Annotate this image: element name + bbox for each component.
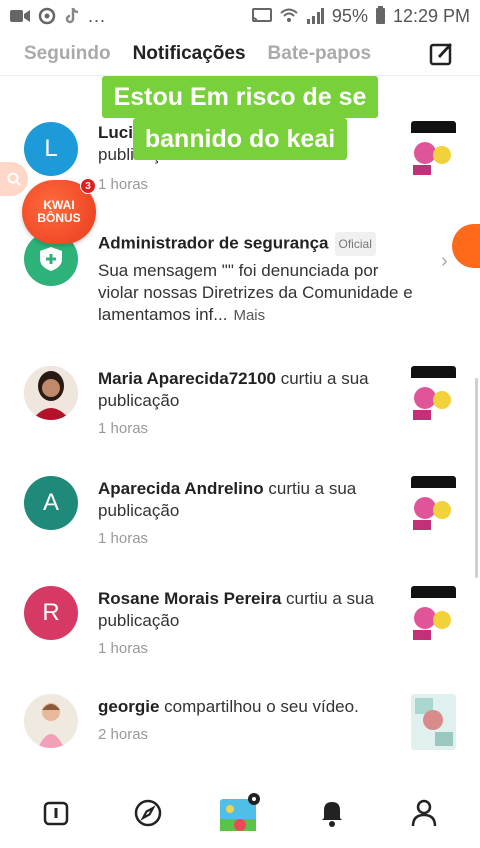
thumbnail-image (411, 366, 456, 422)
circle-icon (38, 7, 56, 25)
thumbnail-image (411, 476, 456, 532)
notification-text: Rosane Morais Pereira curtiu a sua publi… (98, 588, 398, 632)
user-name[interactable]: Maria Aparecida72100 (98, 369, 276, 388)
cast-icon (251, 8, 272, 23)
caption-line-2: bannido do keai (132, 118, 348, 160)
notification-text: Aparecida Andrelino curtiu a sua publica… (98, 478, 398, 522)
chevron-right-icon[interactable]: › (441, 250, 448, 273)
thumbnail-image (411, 121, 456, 177)
compose-button[interactable] (428, 40, 456, 68)
more-notifications-indicator: ... (88, 5, 107, 26)
nav-profile[interactable] (400, 789, 448, 837)
create-icon (220, 793, 260, 831)
status-bar-right: 95% 12:29 PM (251, 5, 470, 27)
kwai-bonus-line-2: BÔNUS (37, 211, 81, 225)
home-icon (43, 801, 69, 826)
user-photo (24, 366, 78, 420)
kwai-bonus-badge: 3 (80, 178, 96, 194)
video-thumbnail[interactable] (411, 476, 456, 532)
thumbnail-image (411, 694, 456, 750)
avatar[interactable] (24, 366, 78, 420)
list-item[interactable]: A Aparecida Andrelino curtiu a sua publi… (0, 474, 480, 554)
search-icon (7, 172, 21, 186)
video-camera-icon (10, 10, 30, 22)
video-thumbnail[interactable] (411, 586, 456, 642)
user-name[interactable]: Aparecida Andrelino (98, 479, 264, 498)
video-thumbnail[interactable] (411, 694, 456, 750)
status-bar: ... 95% 12:29 PM (0, 0, 480, 32)
avatar[interactable] (24, 694, 78, 748)
clock: 12:29 PM (392, 5, 470, 26)
thumbnail-image (411, 586, 456, 642)
nav-create[interactable] (216, 789, 264, 837)
timestamp: 1 horas (98, 640, 149, 657)
timestamp: 1 horas (98, 530, 149, 547)
notifications-icon (322, 802, 342, 827)
tab-bate-papos[interactable]: Bate-papos (268, 43, 371, 65)
user-photo (24, 694, 78, 748)
notification-action: compartilhou o seu vídeo. (164, 697, 359, 716)
timestamp: 1 horas (98, 176, 149, 193)
user-name[interactable]: georgie (98, 697, 159, 716)
list-item[interactable]: R Rosane Morais Pereira curtiu a sua pub… (0, 584, 480, 664)
nav-home[interactable] (32, 789, 80, 837)
profile-icon (411, 799, 437, 827)
official-badge: Oficial (334, 232, 376, 256)
timestamp: 2 horas (98, 726, 149, 743)
discover-icon (134, 799, 162, 827)
battery-icon (375, 6, 385, 24)
avatar[interactable]: A (24, 476, 78, 530)
top-tabs: Seguindo Notificações Bate-papos (0, 32, 480, 76)
notification-text: georgie compartilhou o seu vídeo. (98, 696, 408, 718)
more-link[interactable]: Mais (233, 307, 265, 324)
avatar[interactable]: R (24, 586, 78, 640)
tab-notificacoes[interactable]: Notificações (133, 43, 246, 65)
notification-text: Administrador de segurança Oficial Sua me… (98, 232, 418, 327)
nav-discover[interactable] (124, 789, 172, 837)
list-item[interactable]: Administrador de segurança Oficial Sua me… (0, 228, 480, 338)
user-name[interactable]: Rosane Morais Pereira (98, 589, 281, 608)
tiktok-icon (65, 7, 79, 24)
caption-line-1: Estou Em risco de se (101, 76, 379, 118)
scrollbar[interactable] (475, 378, 478, 578)
avatar[interactable]: L (24, 122, 78, 176)
notification-text: Maria Aparecida72100 curtiu a sua public… (98, 368, 398, 412)
video-thumbnail[interactable] (411, 366, 456, 422)
timestamp: 1 horas (98, 420, 149, 437)
security-shield-icon (40, 247, 62, 271)
list-item[interactable]: Maria Aparecida72100 curtiu a sua public… (0, 364, 480, 444)
nav-notifications[interactable] (308, 789, 356, 837)
user-name[interactable]: Administrador de segurança (98, 233, 329, 252)
signal-icon (306, 8, 324, 24)
video-caption-overlay: Estou Em risco de se bannido do keai (98, 76, 382, 160)
tab-seguindo[interactable]: Seguindo (24, 43, 111, 65)
status-bar-left: ... (10, 6, 106, 27)
bottom-navigation (0, 778, 480, 848)
wifi-icon (280, 8, 298, 22)
edit-icon (429, 42, 453, 65)
video-thumbnail[interactable] (411, 121, 456, 177)
list-item[interactable]: georgie compartilhou o seu vídeo. 2 hora… (0, 694, 480, 774)
notification-message: Sua mensagem "" foi denunciada por viola… (98, 261, 413, 324)
battery-percent: 95% (331, 5, 368, 26)
kwai-bonus-button[interactable]: KWAI BÔNUS 3 (22, 178, 96, 244)
